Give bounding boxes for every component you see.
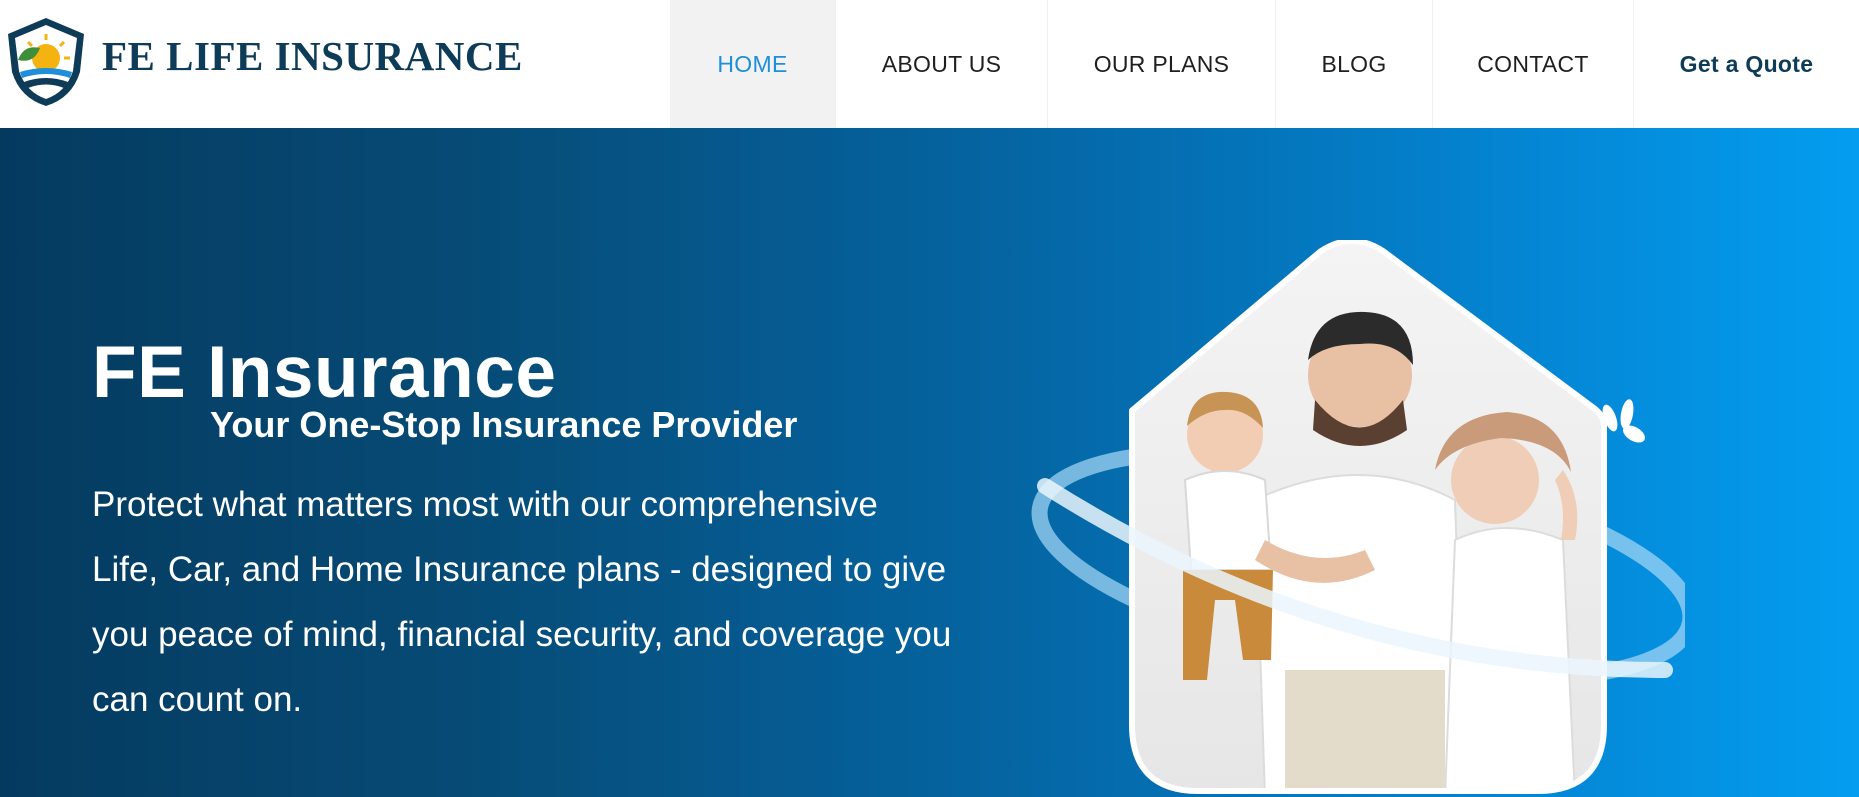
family-house-photo	[1031, 240, 1685, 794]
shield-sun-leaf-icon	[8, 18, 84, 106]
logo[interactable]	[0, 14, 92, 110]
nav-our-plans[interactable]: OUR PLANS	[1048, 0, 1276, 128]
get-a-quote-button[interactable]: Get a Quote	[1634, 0, 1859, 128]
hero-subtitle: Your One-Stop Insurance Provider	[210, 404, 798, 445]
nav-blog[interactable]: BLOG	[1276, 0, 1433, 128]
main-nav: HOME ABOUT US OUR PLANS BLOG CONTACT Get…	[670, 0, 1859, 128]
brand-name: FE LIFE INSURANCE	[102, 33, 523, 79]
nav-home[interactable]: HOME	[670, 0, 836, 128]
hero-description: Protect what matters most with our compr…	[92, 485, 952, 719]
nav-about-us[interactable]: ABOUT US	[836, 0, 1048, 128]
nav-contact[interactable]: CONTACT	[1433, 0, 1634, 128]
site-header: FE LIFE INSURANCE HOME ABOUT US OUR PLAN…	[0, 0, 1859, 128]
hero-section: FE Insurance Your One-Stop Insurance Pro…	[0, 128, 1859, 797]
